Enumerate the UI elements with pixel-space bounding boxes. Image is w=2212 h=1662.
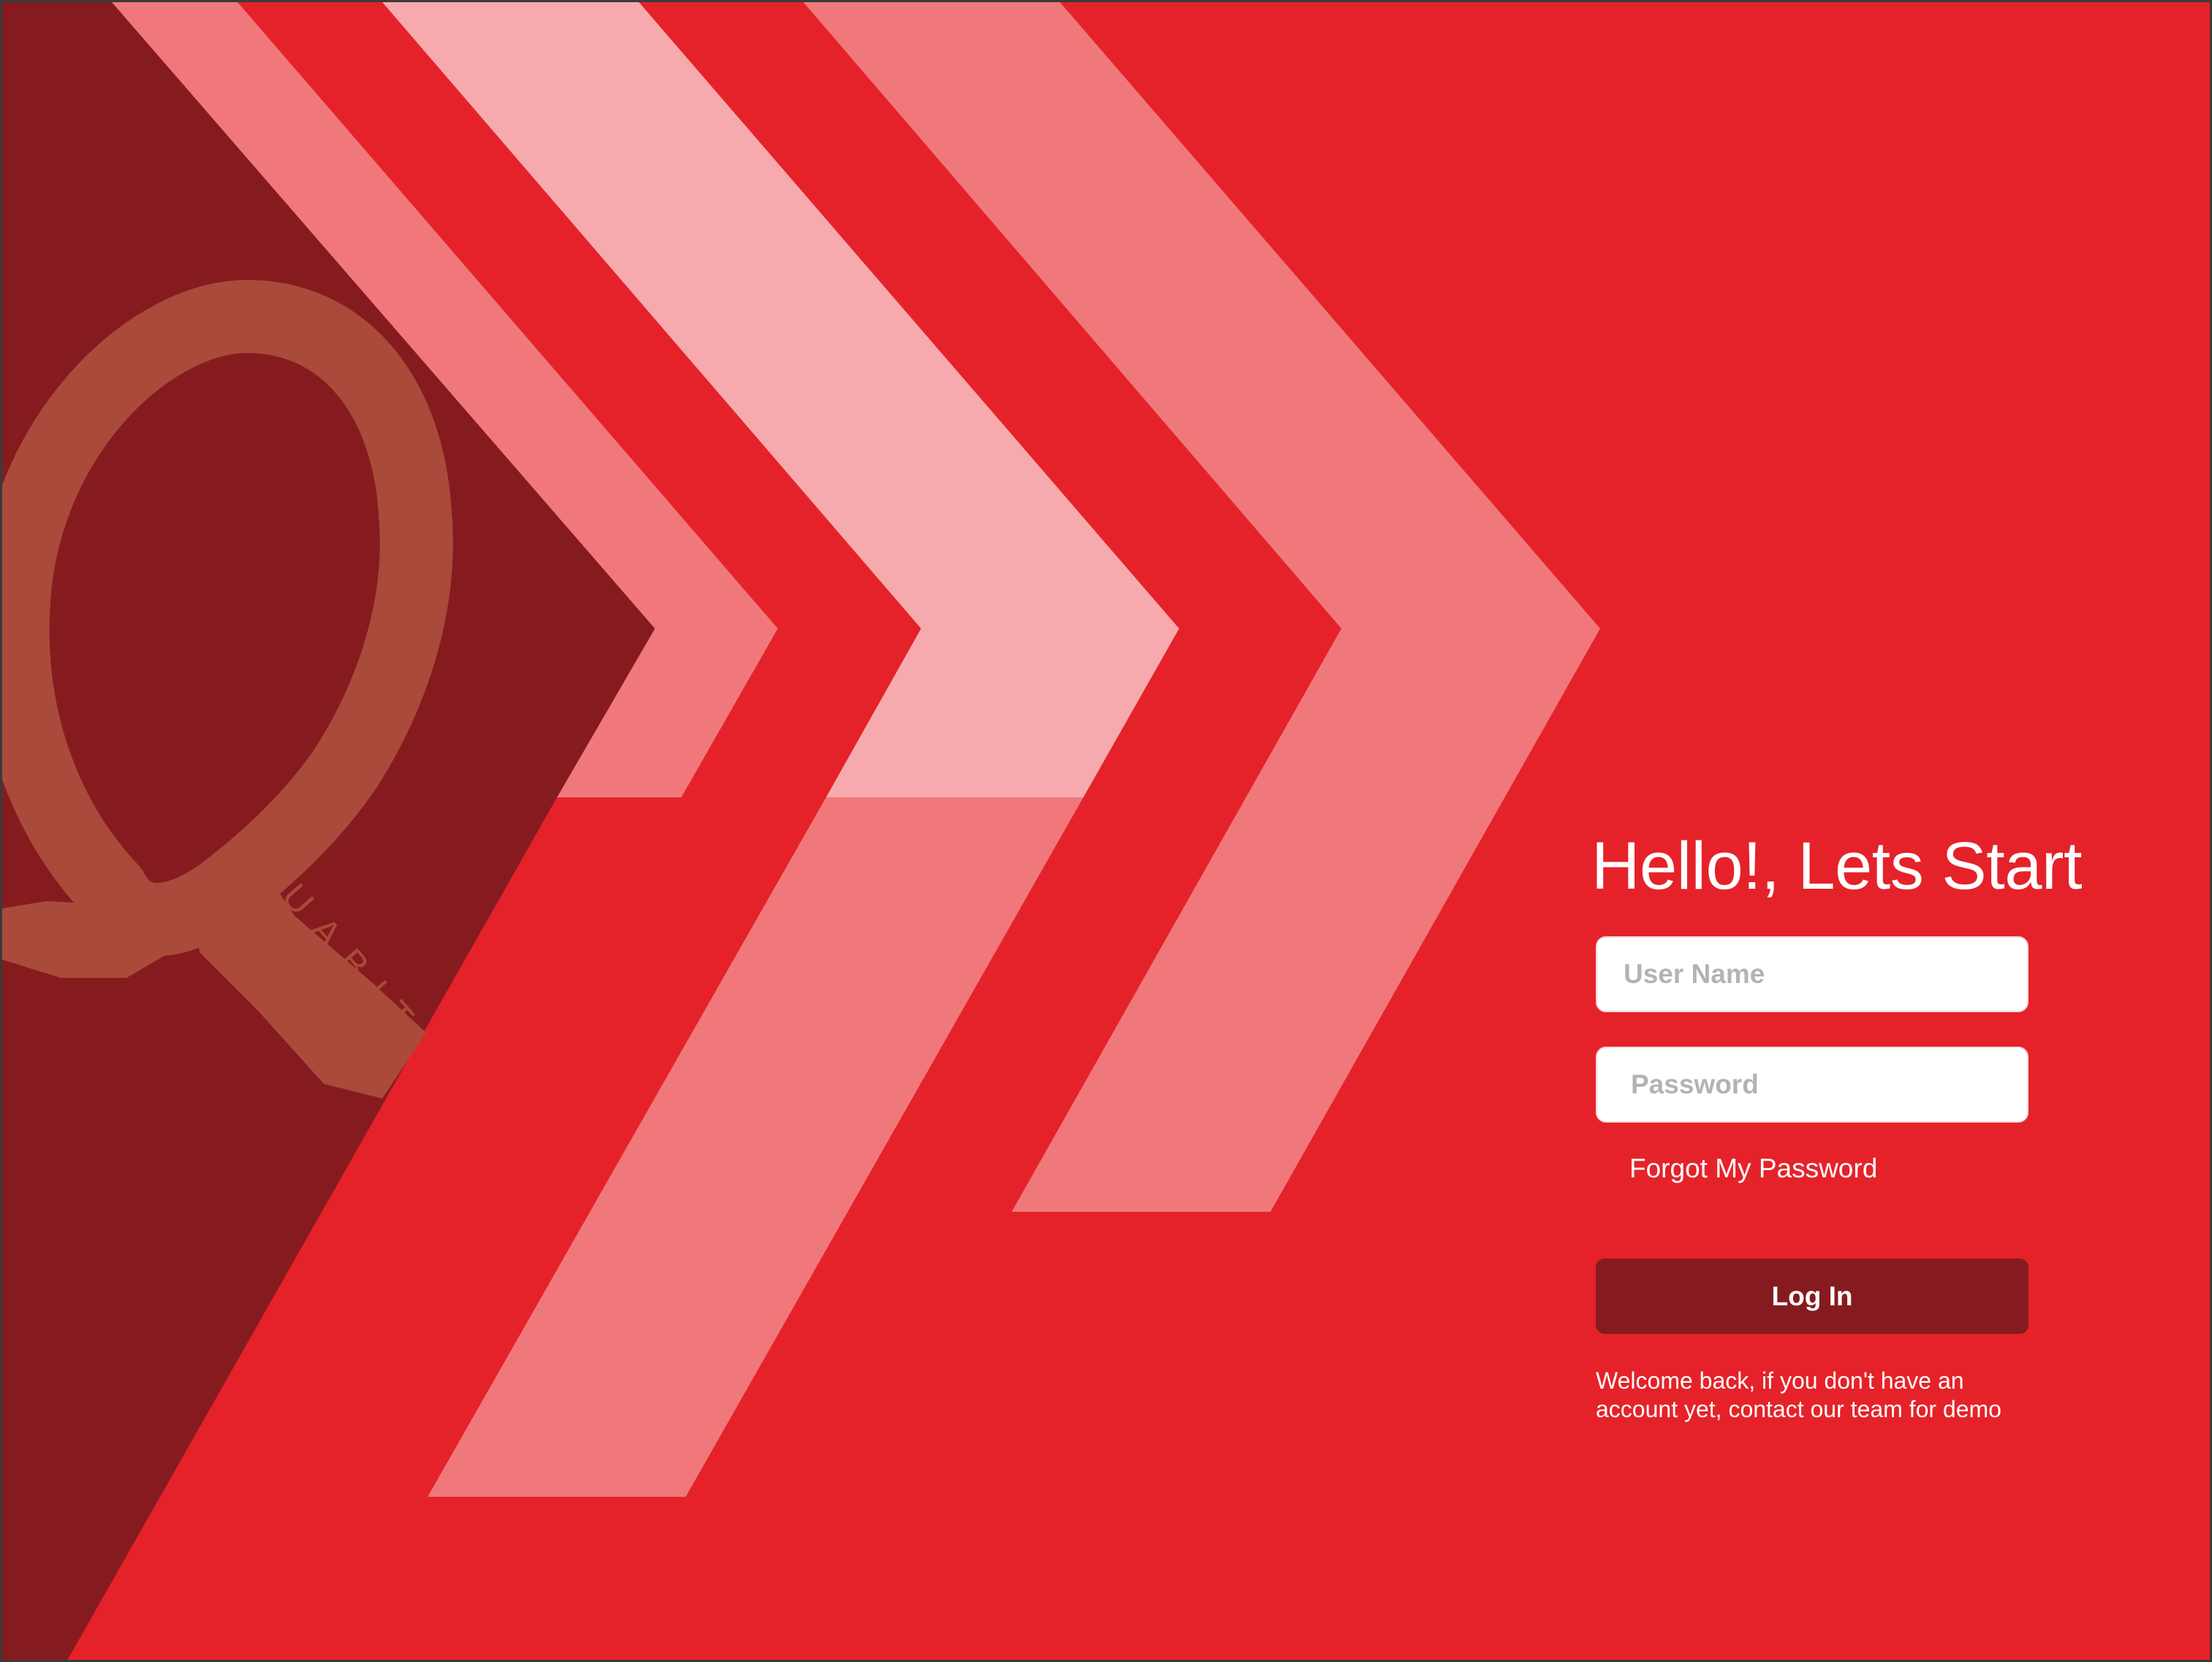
username-input[interactable] [1596,936,2029,1012]
login-screen: UABIT Hello!, Lets Start Forgot My Passw… [0,0,2212,1662]
login-button[interactable]: Log In [1596,1259,2029,1334]
page-title: Hello!, Lets Start [1591,829,2083,903]
forgot-password-link[interactable]: Forgot My Password [1629,1153,1877,1184]
welcome-note-line-2: account yet, contact our team for demo [1596,1396,2001,1422]
welcome-note: Welcome back, if you don't have an accou… [1596,1367,2049,1424]
welcome-note-line-1: Welcome back, if you don't have an [1596,1367,1964,1394]
password-input[interactable] [1596,1047,2029,1123]
